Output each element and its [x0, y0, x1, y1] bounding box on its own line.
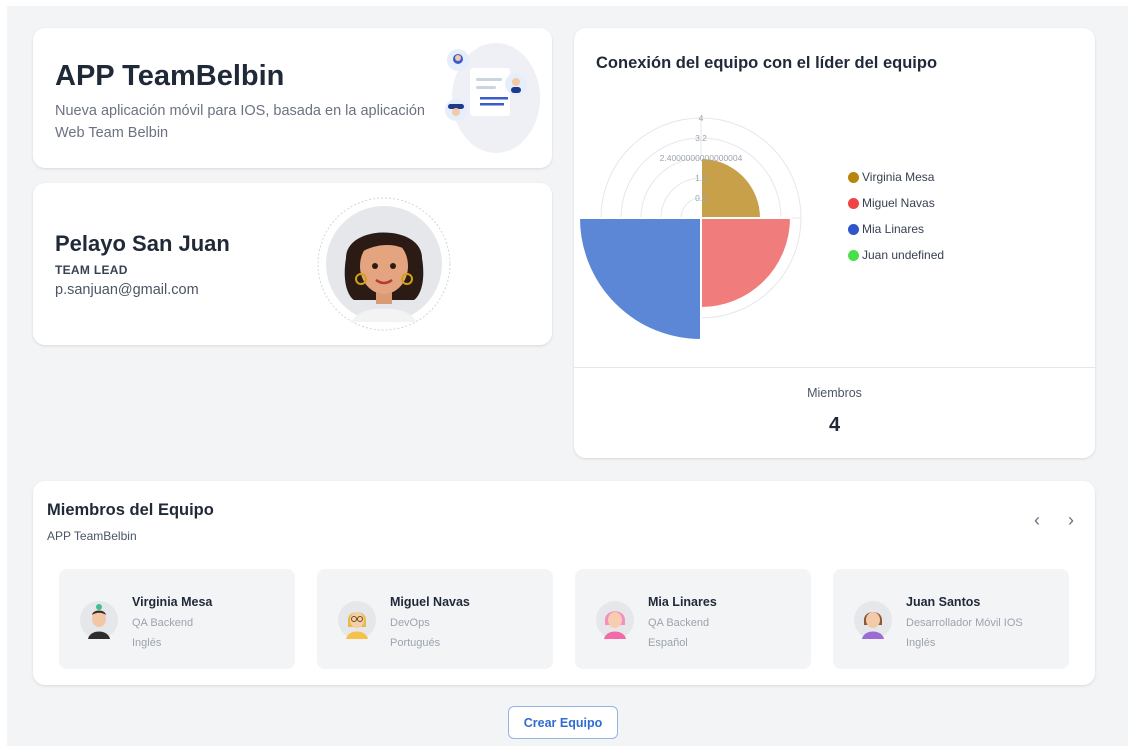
chart-slice-0[interactable] — [700, 156, 763, 219]
chevron-left-icon[interactable]: ‹ — [1026, 509, 1048, 531]
radial-tick-label: 2.4000000000000004 — [660, 153, 743, 163]
member-card[interactable]: Miguel Navas DevOps Portugués — [317, 569, 553, 669]
legend-item[interactable]: Juan undefined — [848, 242, 944, 268]
team-connection-chart-card: Conexión del equipo con el líder del equ… — [574, 28, 1095, 458]
divider — [574, 367, 1095, 368]
member-name: Virginia Mesa — [132, 595, 213, 609]
chart-legend: Virginia Mesa Miguel Navas Mia Linares Juan… — [848, 164, 944, 268]
member-role: QA Backend — [132, 617, 194, 629]
legend-swatch — [848, 171, 859, 183]
legend-swatch — [848, 223, 859, 235]
legend-item[interactable]: Virginia Mesa — [848, 164, 944, 190]
project-title: APP TeamBelbin — [55, 60, 285, 92]
radial-tick-label: 4 — [699, 113, 704, 123]
legend-swatch — [848, 197, 859, 209]
woman-glasses-avatar-icon — [338, 601, 376, 639]
member-language: Inglés — [906, 637, 936, 649]
radial-tick-label: 0.8 — [695, 193, 707, 203]
member-name: Juan Santos — [906, 595, 981, 609]
team-leader-card: Pelayo San Juan TEAM LEAD p.sanjuan@gmai… — [33, 183, 552, 345]
member-language: Inglés — [132, 637, 162, 649]
members-label: Miembros — [807, 386, 862, 400]
chevron-right-icon[interactable]: › — [1060, 509, 1082, 531]
leader-role: TEAM LEAD — [55, 263, 128, 277]
member-role: QA Backend — [648, 617, 710, 629]
chart-title: Conexión del equipo con el líder del equ… — [596, 54, 938, 72]
team-document-illustration-icon — [445, 43, 540, 153]
member-role: DevOps — [390, 617, 430, 629]
member-name: Miguel Navas — [390, 595, 470, 609]
legend-label: Juan undefined — [862, 248, 945, 262]
create-team-button[interactable]: Crear Equipo — [508, 706, 618, 739]
team-members-subtitle: APP TeamBelbin — [47, 529, 137, 543]
radial-tick-label: 3.2 — [695, 133, 707, 143]
project-description: Nueva aplicación móvil para IOS, basada … — [55, 103, 425, 141]
legend-label: Virginia Mesa — [862, 170, 935, 184]
chart-slice-1[interactable] — [700, 217, 793, 310]
member-card[interactable]: Virginia Mesa QA Backend Inglés — [59, 569, 295, 669]
legend-item[interactable]: Mia Linares — [848, 216, 944, 242]
leader-name: Pelayo San Juan — [55, 231, 230, 256]
woman-purple-avatar-icon — [854, 601, 892, 639]
legend-label: Miguel Navas — [862, 196, 935, 210]
chart-slice-2[interactable] — [577, 217, 702, 342]
team-members-title: Miembros del Equipo — [47, 501, 214, 519]
leader-email: p.sanjuan@gmail.com — [55, 282, 199, 298]
member-card[interactable]: Juan Santos Desarrollador Móvil IOS Ingl… — [833, 569, 1069, 669]
radial-tick-label: 1.6 — [695, 173, 707, 183]
legend-item[interactable]: Miguel Navas — [848, 190, 944, 216]
polar-area-chart: 0.8 1.6 2.4000000000000004 3.2 4 — [577, 113, 802, 342]
man-avatar-icon — [80, 601, 118, 639]
team-members-card: Miembros del Equipo APP TeamBelbin ‹ › V… — [33, 481, 1095, 685]
woman-avatar-icon — [317, 197, 451, 331]
member-language: Español — [648, 637, 688, 649]
members-count: 4 — [828, 414, 841, 436]
project-card: APP TeamBelbin Nueva aplicación móvil pa… — [33, 28, 552, 168]
legend-label: Mia Linares — [862, 222, 925, 236]
member-card[interactable]: Mia Linares QA Backend Español — [575, 569, 811, 669]
pink-hair-avatar-icon — [596, 601, 634, 639]
member-name: Mia Linares — [648, 595, 717, 609]
member-language: Portugués — [390, 637, 441, 649]
legend-swatch — [848, 249, 859, 261]
member-role: Desarrollador Móvil IOS — [906, 617, 1023, 629]
